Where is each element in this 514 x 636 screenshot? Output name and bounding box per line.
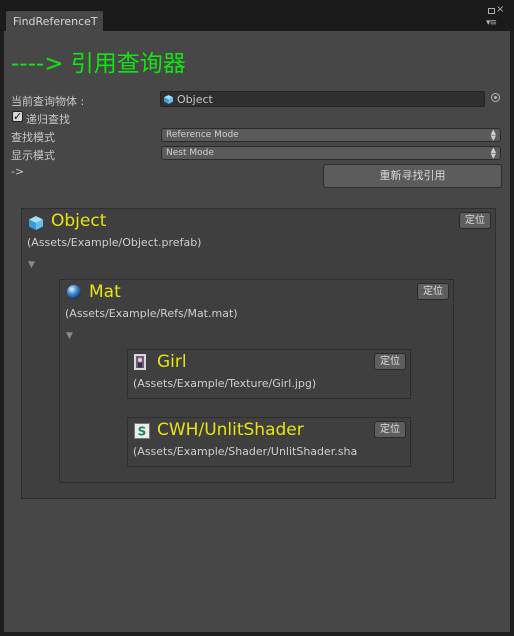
prefab-cube-icon — [164, 95, 173, 104]
locate-button[interactable]: 定位 — [459, 212, 491, 229]
reference-node-grandchild: S CWH/UnlitShader 定位 (Assets/Example/Sha… — [127, 417, 411, 467]
material-sphere-icon — [67, 285, 81, 299]
refind-references-button[interactable]: 重新寻找引用 — [323, 164, 502, 188]
find-mode-value: Reference Mode — [166, 130, 239, 140]
current-object-field[interactable]: Object — [160, 91, 485, 107]
dropdown-arrows-icon: ▲ ▼ — [490, 128, 496, 142]
tab-bar: FindReferenceT × ▾≡ — [0, 0, 514, 32]
asset-name: Girl — [157, 352, 187, 372]
asset-path: (Assets/Example/Texture/Girl.jpg) — [133, 377, 317, 390]
foldout-arrow-icon[interactable]: ▼ — [28, 260, 35, 270]
svg-text:S: S — [138, 425, 147, 439]
current-object-label: 当前查询物体 : — [11, 95, 85, 108]
maximize-icon[interactable] — [488, 8, 495, 14]
recursive-checkbox[interactable]: ✓ — [12, 111, 23, 122]
locate-button[interactable]: 定位 — [417, 283, 449, 300]
asset-name: Mat — [89, 282, 121, 302]
asset-path: (Assets/Example/Shader/UnlitShader.sha — [133, 445, 358, 458]
window-controls: × ▾≡ — [486, 4, 504, 30]
find-mode-dropdown[interactable]: Reference Mode ▲ ▼ — [161, 128, 501, 142]
find-mode-label: 查找模式 — [11, 131, 55, 144]
locate-button[interactable]: 定位 — [374, 353, 406, 370]
shader-icon: S — [134, 423, 150, 439]
display-mode-dropdown[interactable]: Nest Mode ▲ ▼ — [161, 146, 501, 160]
asset-path: (Assets/Example/Object.prefab) — [27, 236, 202, 249]
foldout-arrow-icon[interactable]: ▼ — [66, 331, 73, 341]
dropdown-arrows-icon: ▲ ▼ — [490, 146, 496, 160]
prefab-cube-icon — [29, 216, 43, 230]
display-mode-label: 显示模式 — [11, 149, 55, 162]
object-picker-icon[interactable] — [491, 93, 500, 102]
tab-find-reference[interactable]: FindReferenceT — [5, 10, 104, 32]
context-menu-icon[interactable]: ▾≡ — [486, 18, 497, 28]
arrow-text: -> — [11, 165, 25, 178]
asset-path: (Assets/Example/Refs/Mat.mat) — [65, 307, 238, 320]
page-title: ----> 引用查询器 — [11, 51, 186, 77]
editor-panel: ----> 引用查询器 当前查询物体 : Object ✓ 递归查找 查找模式 … — [4, 31, 510, 632]
locate-button[interactable]: 定位 — [374, 421, 406, 438]
reference-node-grandchild: Girl 定位 (Assets/Example/Texture/Girl.jpg… — [127, 349, 411, 399]
asset-name: CWH/UnlitShader — [157, 420, 304, 440]
find-reference-window: FindReferenceT × ▾≡ ----> 引用查询器 当前查询物体 :… — [0, 0, 514, 636]
recursive-label: 递归查找 — [26, 113, 70, 126]
display-mode-value: Nest Mode — [166, 148, 214, 158]
close-icon[interactable]: × — [496, 4, 504, 15]
asset-name: Object — [51, 211, 107, 231]
current-object-value: Object — [177, 93, 213, 106]
texture-image-icon — [134, 354, 146, 370]
